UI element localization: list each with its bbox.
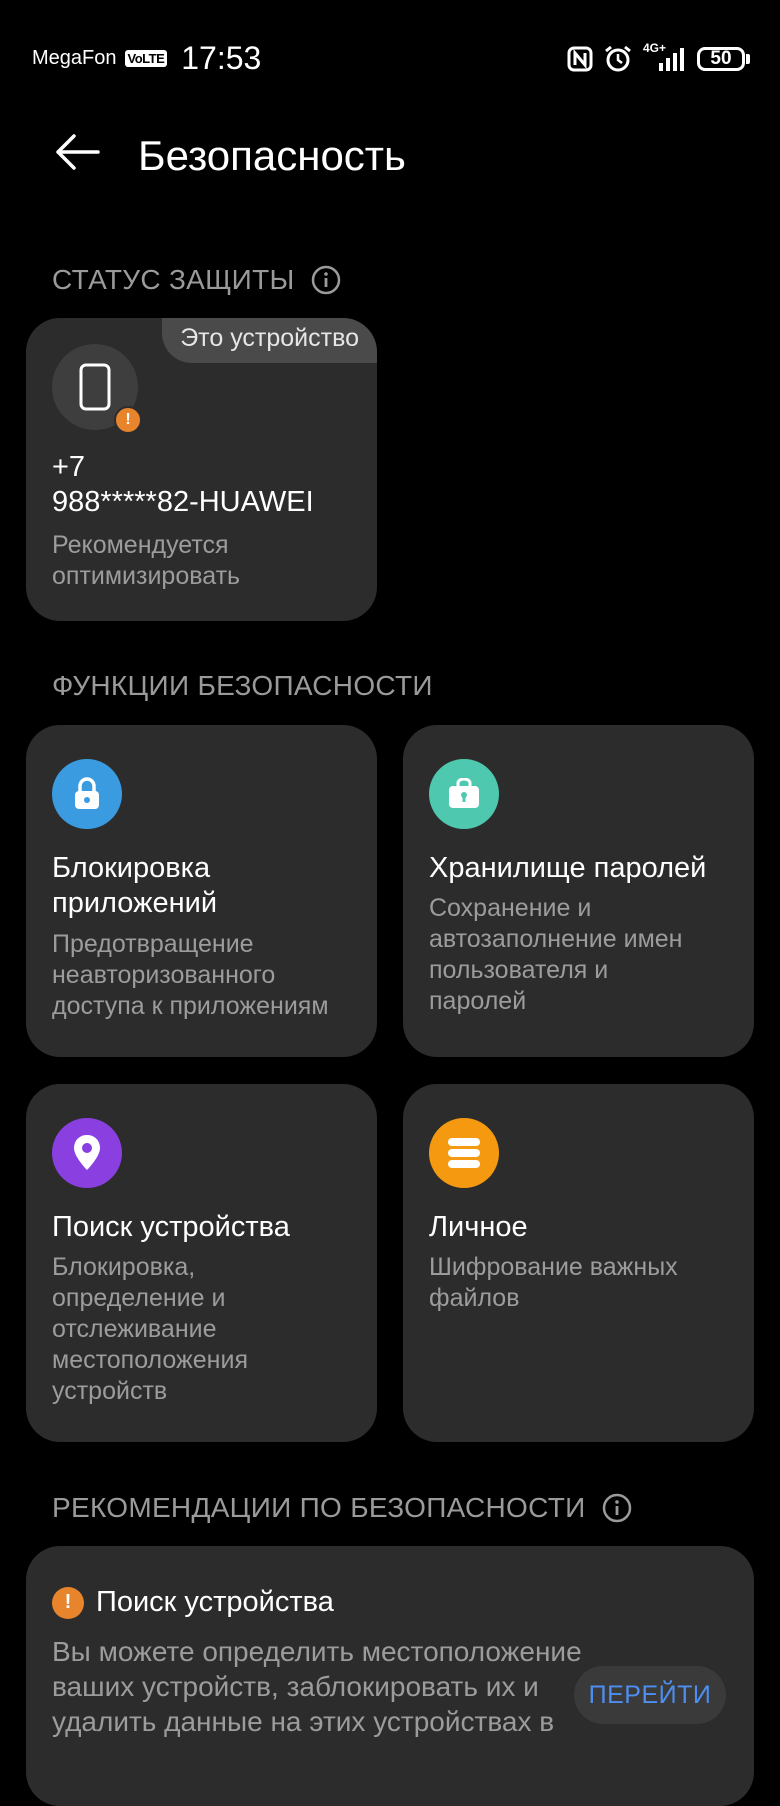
info-icon[interactable]	[602, 1493, 632, 1523]
lock-icon	[52, 759, 122, 829]
battery-icon: 50	[697, 47, 750, 71]
clock: 17:53	[181, 40, 262, 76]
page-title: Безопасность	[138, 132, 406, 179]
feature-private-space[interactable]: Личное Шифрование важных файлов	[403, 1084, 754, 1442]
recommendation-title-text: Поиск устройства	[96, 1586, 334, 1618]
status-left: MegaFon VoLTE 17:53	[32, 40, 261, 77]
feature-title: Личное	[429, 1211, 528, 1243]
section-recommendations-label: РЕКОМЕНДАЦИИ ПО БЕЗОПАСНОСТИ	[52, 1492, 586, 1523]
feature-desc: Предотвращение неавторизованного доступа…	[52, 930, 329, 1020]
safe-storage-icon	[429, 1118, 499, 1188]
alarm-icon	[605, 45, 631, 72]
password-vault-icon	[429, 759, 499, 829]
battery-level: 50	[697, 47, 745, 71]
warning-icon: !	[52, 1586, 84, 1619]
this-device-tag: Это устройство	[162, 318, 377, 363]
feature-desc: Шифрование важных файлов	[429, 1253, 678, 1312]
device-name-line2: 988*****82-HUAWEI	[52, 486, 314, 518]
recommendation-text: Вы можете определить местоположение ваши…	[52, 1636, 582, 1737]
device-name: +7 988*****82-HUAWEI	[52, 450, 352, 520]
arrow-left-icon[interactable]	[52, 132, 102, 172]
feature-desc: Блокировка, определение и отслеживание м…	[52, 1253, 248, 1405]
location-pin-icon	[52, 1118, 122, 1188]
status-bar: MegaFon VoLTE 17:53 4G+ 50	[0, 0, 780, 120]
signal-icon: 4G+	[643, 41, 687, 73]
go-button[interactable]: ПЕРЕЙТИ	[574, 1666, 726, 1724]
device-status: Рекомендуется оптимизировать	[52, 531, 241, 590]
feature-app-lock[interactable]: Блокировка приложений Предотвращение неа…	[26, 725, 377, 1057]
carrier-name: MegaFon	[32, 47, 117, 69]
feature-title: Хранилище паролей	[429, 852, 707, 884]
device-card[interactable]: Это устройство ! +7 988*****82-HUAWEI Ре…	[26, 318, 377, 621]
feature-find-device[interactable]: Поиск устройства Блокировка, определение…	[26, 1084, 377, 1442]
feature-title: Блокировка приложений	[52, 852, 218, 919]
feature-desc: Сохранение и автозаполнение имен пользов…	[429, 894, 683, 1015]
section-features-label: ФУНКЦИИ БЕЗОПАСНОСТИ	[52, 670, 433, 701]
section-recommendations: РЕКОМЕНДАЦИИ ПО БЕЗОПАСНОСТИ	[52, 1492, 632, 1524]
device-name-line1: +7	[52, 451, 86, 483]
status-right: 4G+ 50	[567, 41, 750, 74]
section-features: ФУНКЦИИ БЕЗОПАСНОСТИ	[52, 670, 433, 702]
battery-tip	[746, 54, 750, 64]
feature-title: Поиск устройства	[52, 1211, 290, 1243]
section-protection-label: СТАТУС ЗАЩИТЫ	[52, 264, 295, 295]
section-protection-status: СТАТУС ЗАЩИТЫ	[52, 264, 341, 296]
nfc-icon	[567, 46, 593, 72]
feature-password-vault[interactable]: Хранилище паролей Сохранение и автозапол…	[403, 725, 754, 1057]
volte-badge: VoLTE	[124, 50, 168, 67]
info-icon[interactable]	[311, 265, 341, 295]
recommendation-card[interactable]: ! Поиск устройства Вы можете определить …	[26, 1546, 754, 1806]
page-header: Безопасность	[0, 120, 780, 190]
recommendation-title: ! Поиск устройства	[52, 1586, 334, 1619]
warning-icon: !	[114, 406, 142, 434]
